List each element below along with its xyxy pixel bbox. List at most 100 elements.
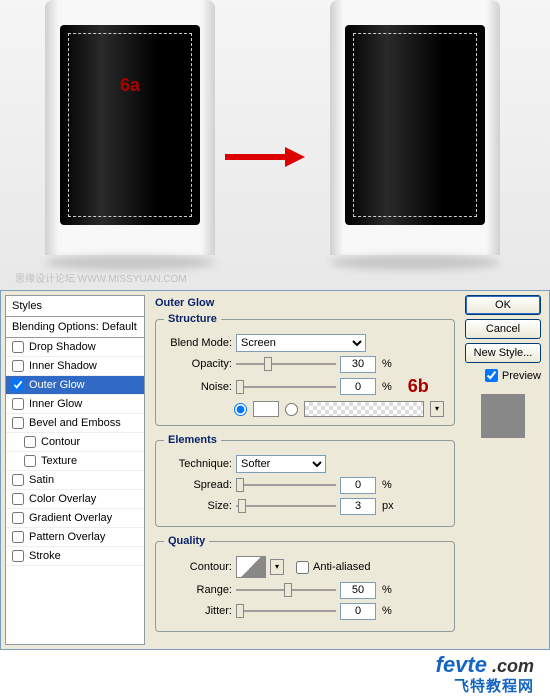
device-after xyxy=(330,0,500,255)
shadow xyxy=(45,255,215,270)
cancel-button[interactable]: Cancel xyxy=(465,319,541,339)
glow-color-swatch[interactable] xyxy=(253,401,279,417)
arrow-icon xyxy=(225,150,305,164)
style-item-color-overlay[interactable]: Color Overlay xyxy=(6,490,144,509)
style-label: Contour xyxy=(41,436,80,448)
structure-group: Structure Blend Mode: Screen Opacity: % … xyxy=(155,313,455,426)
jitter-input[interactable] xyxy=(340,603,376,620)
style-item-pattern-overlay[interactable]: Pattern Overlay xyxy=(6,528,144,547)
preview-checkbox[interactable] xyxy=(485,369,498,382)
style-checkbox[interactable] xyxy=(24,455,36,467)
style-item-drop-shadow[interactable]: Drop Shadow xyxy=(6,338,144,357)
style-item-texture[interactable]: Texture xyxy=(6,452,144,471)
size-input[interactable] xyxy=(340,498,376,515)
spread-unit: % xyxy=(382,479,392,491)
blending-options-row[interactable]: Blending Options: Default xyxy=(6,317,144,338)
chevron-down-icon[interactable]: ▾ xyxy=(270,559,284,575)
style-label: Gradient Overlay xyxy=(29,512,112,524)
style-item-stroke[interactable]: Stroke xyxy=(6,547,144,566)
layer-style-dialog: Styles Blending Options: Default Drop Sh… xyxy=(0,290,550,650)
style-item-contour[interactable]: Contour xyxy=(6,433,144,452)
structure-legend: Structure xyxy=(164,313,221,325)
elements-legend: Elements xyxy=(164,434,221,446)
size-slider[interactable] xyxy=(236,497,336,515)
jitter-label: Jitter: xyxy=(164,605,232,617)
antialiased-label: Anti-aliased xyxy=(313,561,370,573)
style-checkbox[interactable] xyxy=(12,493,24,505)
blend-mode-label: Blend Mode: xyxy=(164,337,232,349)
quality-legend: Quality xyxy=(164,535,209,547)
style-label: Color Overlay xyxy=(29,493,96,505)
range-unit: % xyxy=(382,584,392,596)
opacity-label: Opacity: xyxy=(164,358,232,370)
chevron-down-icon[interactable]: ▾ xyxy=(430,401,444,417)
style-label: Satin xyxy=(29,474,54,486)
styles-header[interactable]: Styles xyxy=(6,296,144,317)
style-checkbox[interactable] xyxy=(12,360,24,372)
noise-slider[interactable] xyxy=(236,378,336,396)
spread-label: Spread: xyxy=(164,479,232,491)
brand-domain: .com xyxy=(487,656,534,676)
selection-marquee xyxy=(68,33,192,217)
step-label-6a: 6a xyxy=(120,75,140,96)
style-checkbox[interactable] xyxy=(12,417,24,429)
style-checkbox[interactable] xyxy=(12,512,24,524)
style-label: Inner Shadow xyxy=(29,360,97,372)
range-input[interactable] xyxy=(340,582,376,599)
style-item-satin[interactable]: Satin xyxy=(6,471,144,490)
dialog-buttons: OK Cancel New Style... Preview xyxy=(465,295,545,645)
new-style-button[interactable]: New Style... xyxy=(465,343,541,363)
style-item-inner-shadow[interactable]: Inner Shadow xyxy=(6,357,144,376)
style-checkbox[interactable] xyxy=(24,436,36,448)
blend-mode-select[interactable]: Screen xyxy=(236,334,366,352)
style-label: Stroke xyxy=(29,550,61,562)
style-checkbox[interactable] xyxy=(12,341,24,353)
style-item-gradient-overlay[interactable]: Gradient Overlay xyxy=(6,509,144,528)
spread-slider[interactable] xyxy=(236,476,336,494)
styles-list-panel: Styles Blending Options: Default Drop Sh… xyxy=(5,295,145,645)
style-checkbox[interactable] xyxy=(12,379,24,391)
panel-title: Outer Glow xyxy=(155,295,455,313)
size-unit: px xyxy=(382,500,394,512)
style-checkbox[interactable] xyxy=(12,550,24,562)
quality-group: Quality Contour: ▾ Anti-aliased Range: %… xyxy=(155,535,455,632)
style-item-outer-glow[interactable]: Outer Glow xyxy=(6,376,144,395)
device-screen: 6a xyxy=(60,25,200,225)
technique-select[interactable]: Softer xyxy=(236,455,326,473)
settings-panel: Outer Glow Structure Blend Mode: Screen … xyxy=(151,295,459,645)
footer-watermark: fevte .com 飞特教程网 xyxy=(0,650,550,698)
range-label: Range: xyxy=(164,584,232,596)
brand-name: fevte xyxy=(436,652,487,677)
preview-swatch xyxy=(481,394,525,438)
ok-button[interactable]: OK xyxy=(465,295,541,315)
solid-color-radio[interactable] xyxy=(234,403,247,416)
noise-input[interactable] xyxy=(340,378,376,395)
spread-input[interactable] xyxy=(340,477,376,494)
step-label-6b: 6b xyxy=(408,376,429,397)
range-slider[interactable] xyxy=(236,581,336,599)
style-item-inner-glow[interactable]: Inner Glow xyxy=(6,395,144,414)
style-checkbox[interactable] xyxy=(12,398,24,410)
opacity-input[interactable] xyxy=(340,356,376,373)
style-label: Outer Glow xyxy=(29,379,85,391)
style-checkbox[interactable] xyxy=(12,531,24,543)
antialiased-checkbox[interactable] xyxy=(296,561,309,574)
tutorial-preview: 6a 思缘设计论坛 WWW.MISSYUAN.COM xyxy=(0,0,550,290)
noise-label: Noise: xyxy=(164,381,232,393)
shadow xyxy=(330,255,500,270)
style-label: Texture xyxy=(41,455,77,467)
contour-swatch[interactable] xyxy=(236,556,266,578)
gradient-radio[interactable] xyxy=(285,403,298,416)
gradient-swatch[interactable] xyxy=(304,401,424,417)
style-label: Pattern Overlay xyxy=(29,531,105,543)
style-item-bevel-and-emboss[interactable]: Bevel and Emboss xyxy=(6,414,144,433)
device-screen xyxy=(345,25,485,225)
size-label: Size: xyxy=(164,500,232,512)
style-checkbox[interactable] xyxy=(12,474,24,486)
technique-label: Technique: xyxy=(164,458,232,470)
opacity-slider[interactable] xyxy=(236,355,336,373)
preview-label: Preview xyxy=(502,370,541,382)
jitter-slider[interactable] xyxy=(236,602,336,620)
opacity-unit: % xyxy=(382,358,392,370)
watermark-text: 思缘设计论坛 WWW.MISSYUAN.COM xyxy=(15,270,187,285)
